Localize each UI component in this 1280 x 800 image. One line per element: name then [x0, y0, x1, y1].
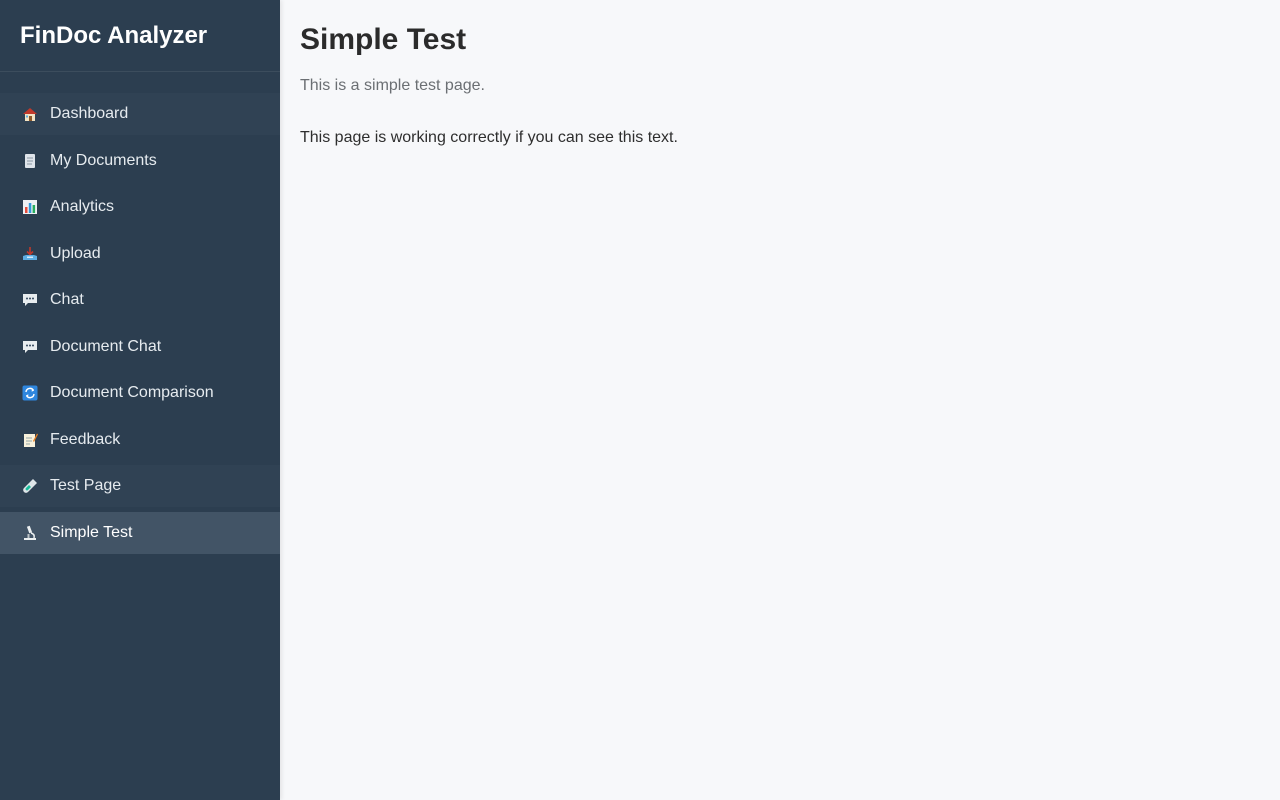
sidebar-item-label: Simple Test	[50, 523, 133, 541]
sidebar-item-label: Document Chat	[50, 337, 162, 355]
speech-bubble-icon	[20, 290, 40, 310]
speech-bubble-icon	[20, 337, 40, 357]
sidebar-item-document-chat[interactable]: Document Chat	[0, 326, 280, 368]
sidebar-item-simple-test[interactable]: Simple Test	[0, 511, 280, 554]
sidebar-item-dashboard[interactable]: Dashboard	[0, 93, 280, 135]
sidebar-item-label: Analytics	[50, 198, 115, 215]
test-tube-icon	[20, 476, 40, 496]
main-content: Simple Test This is a simple test page. …	[280, 0, 1280, 800]
house-icon	[20, 104, 40, 124]
sidebar-item-label: Test Page	[50, 477, 122, 494]
sidebar-item-feedback[interactable]: Feedback	[0, 419, 280, 461]
sidebar-item-my-documents[interactable]: My Documents	[0, 140, 280, 182]
body-text: This page is working correctly if you ca…	[300, 129, 678, 146]
inbox-tray-icon	[20, 244, 40, 264]
sidebar-item-document-comparison[interactable]: Document Comparison	[0, 372, 280, 414]
sidebar-item-label: Chat	[50, 291, 84, 308]
app-window: FinDoc Analyzer Dashboard My Documents A…	[0, 0, 1280, 800]
page-title: Simple Test	[300, 23, 467, 56]
microscope-icon	[20, 523, 40, 543]
sidebar-item-test-page[interactable]: Test Page	[0, 465, 280, 507]
sidebar-item-label: Document Comparison	[50, 384, 214, 401]
sidebar-nav: Dashboard My Documents Analytics Upload …	[0, 72, 280, 554]
sidebar-item-chat[interactable]: Chat	[0, 279, 280, 321]
bar-chart-icon	[20, 197, 40, 217]
sidebar: FinDoc Analyzer Dashboard My Documents A…	[0, 0, 280, 800]
sidebar-item-analytics[interactable]: Analytics	[0, 186, 280, 228]
sidebar-item-label: Feedback	[50, 430, 121, 448]
page-icon	[20, 151, 40, 171]
memo-icon	[20, 430, 40, 450]
refresh-arrows-icon	[20, 383, 40, 403]
sidebar-item-upload[interactable]: Upload	[0, 233, 280, 275]
sidebar-item-label: Upload	[50, 244, 101, 262]
sidebar-item-label: My Documents	[50, 151, 157, 169]
sidebar-item-label: Dashboard	[50, 105, 129, 122]
page-subtitle: This is a simple test page.	[300, 77, 485, 94]
app-title: FinDoc Analyzer	[0, 0, 280, 72]
